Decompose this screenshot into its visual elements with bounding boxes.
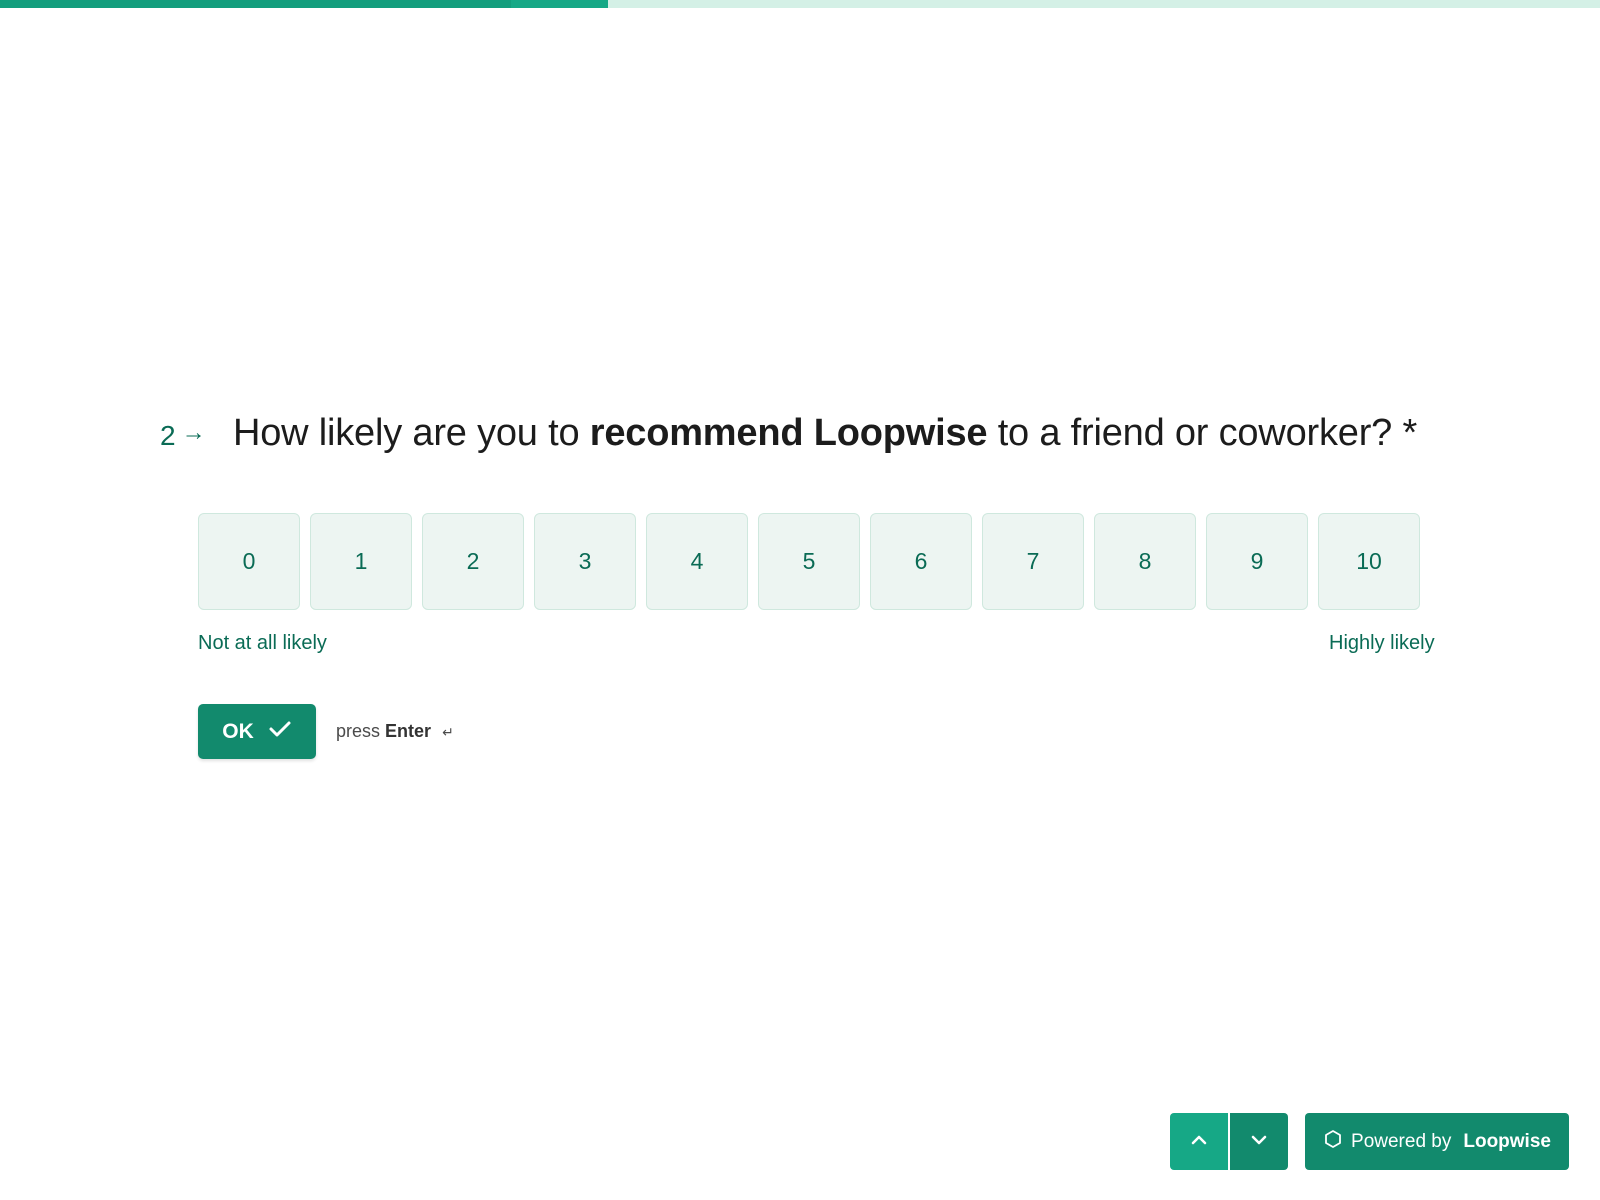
scale-option-6[interactable]: 6: [870, 513, 972, 610]
scale-option-7[interactable]: 7: [982, 513, 1084, 610]
powered-by-prefix: Powered by: [1351, 1130, 1452, 1152]
progress-bar-fill-segment: [511, 0, 608, 8]
enter-key-icon: ↵: [442, 724, 454, 740]
progress-bar: [0, 0, 1600, 8]
question-text-bold: recommend Loopwise: [589, 412, 988, 454]
question-navigation: [1170, 1113, 1288, 1170]
scale-low-label: Not at all likely: [198, 632, 327, 654]
next-question-button[interactable]: [1230, 1113, 1288, 1170]
hexagon-icon: [1323, 1129, 1343, 1155]
scale-option-3[interactable]: 3: [534, 513, 636, 610]
ok-button[interactable]: OK: [198, 704, 316, 759]
ok-button-label: OK: [222, 719, 254, 743]
scale-option-1[interactable]: 1: [310, 513, 412, 610]
enter-hint: press Enter ↵: [336, 721, 454, 742]
scale-option-0[interactable]: 0: [198, 513, 300, 610]
question-header: 2 → How likely are you to recommend Loop…: [160, 412, 1417, 455]
scale-option-5[interactable]: 5: [758, 513, 860, 610]
question-text-before: How likely are you to: [233, 412, 590, 454]
required-marker: *: [1392, 412, 1418, 454]
progress-bar-fill: [0, 0, 511, 8]
powered-by-badge[interactable]: Powered by Loopwise: [1305, 1113, 1569, 1170]
hint-prefix: press: [336, 721, 381, 741]
scale-option-4[interactable]: 4: [646, 513, 748, 610]
scale-high-label: Highly likely: [1329, 632, 1435, 654]
scale-option-2[interactable]: 2: [422, 513, 524, 610]
hint-key: Enter: [385, 721, 432, 741]
scale-option-9[interactable]: 9: [1206, 513, 1308, 610]
chevron-up-icon: [1190, 1133, 1208, 1151]
powered-by-brand: Loopwise: [1463, 1130, 1551, 1152]
question-text-after: to a friend or coworker?: [987, 412, 1393, 454]
arrow-right-icon: →: [181, 419, 206, 446]
submit-row: OK press Enter ↵: [198, 704, 454, 759]
chevron-down-icon: [1250, 1133, 1268, 1151]
question-number-label: 2: [160, 420, 176, 451]
question-number: 2 →: [160, 419, 233, 452]
previous-question-button[interactable]: [1170, 1113, 1228, 1170]
scale-option-10[interactable]: 10: [1318, 513, 1420, 610]
nps-scale: 0 1 2 3 4 5 6 7 8 9 10: [198, 513, 1420, 610]
scale-option-8[interactable]: 8: [1094, 513, 1196, 610]
question-title: How likely are you to recommend Loopwise…: [233, 412, 1417, 455]
checkmark-icon: [268, 719, 292, 745]
